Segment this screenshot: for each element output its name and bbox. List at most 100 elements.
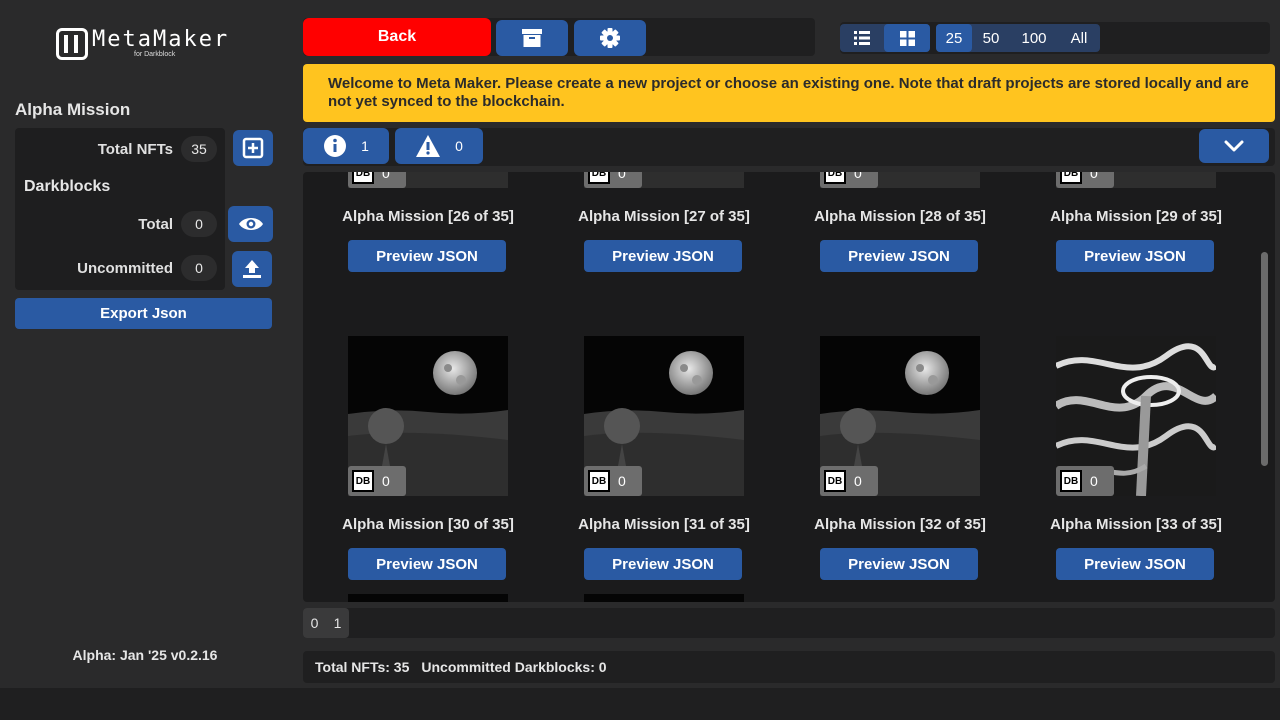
darkblock-badge: DB 0 bbox=[820, 172, 878, 188]
nft-title: Alpha Mission [28 of 35] bbox=[814, 208, 986, 225]
nft-thumbnail[interactable] bbox=[348, 594, 508, 602]
add-square-icon bbox=[242, 137, 264, 159]
summary-footer: Total NFTs: 35 Uncommitted Darkblocks: 0 bbox=[303, 651, 1275, 683]
nft-title: Alpha Mission [27 of 35] bbox=[578, 208, 750, 225]
archive-icon bbox=[522, 29, 542, 47]
footer-uncommitted: Uncommitted Darkblocks: 0 bbox=[421, 659, 607, 675]
page-size-50[interactable]: 50 bbox=[972, 24, 1010, 52]
darkblocks-uncommitted-label: Uncommitted bbox=[77, 259, 173, 277]
darkblocks-total-row: Total 0 bbox=[15, 211, 225, 237]
darkblock-count: 0 bbox=[382, 172, 390, 181]
welcome-banner: Welcome to Meta Maker. Please create a n… bbox=[303, 64, 1275, 122]
total-nfts-count: 35 bbox=[181, 136, 217, 162]
view-options-bar: 25 50 100 All bbox=[840, 22, 1270, 54]
darkblock-count: 0 bbox=[618, 172, 626, 181]
preview-json-button[interactable]: Preview JSON bbox=[820, 240, 978, 272]
darkblock-count: 0 bbox=[382, 473, 390, 489]
darkblock-badge: DB 0 bbox=[348, 172, 406, 188]
list-view-button[interactable] bbox=[840, 24, 884, 52]
grid-scrollbar[interactable] bbox=[1261, 252, 1268, 466]
page-size-all[interactable]: All bbox=[1058, 24, 1100, 52]
darkblock-icon: DB bbox=[588, 172, 610, 184]
archive-button[interactable] bbox=[496, 20, 568, 56]
project-stats-panel: Total NFTs 35 Darkblocks Total 0 Uncommi… bbox=[15, 128, 225, 290]
page-size-100[interactable]: 100 bbox=[1010, 24, 1058, 52]
page-selector: 0 1 bbox=[303, 608, 349, 638]
list-view-icon bbox=[854, 31, 870, 45]
add-nft-button[interactable] bbox=[233, 130, 273, 166]
page-button-0[interactable]: 0 bbox=[303, 608, 326, 638]
preview-json-button[interactable]: Preview JSON bbox=[584, 548, 742, 580]
total-nfts-label: Total NFTs bbox=[97, 140, 173, 158]
darkblock-count: 0 bbox=[854, 473, 862, 489]
nft-thumbnail[interactable] bbox=[584, 594, 744, 602]
darkblocks-uncommitted-row: Uncommitted 0 bbox=[15, 255, 225, 281]
darkblock-icon: DB bbox=[352, 470, 374, 492]
gear-icon bbox=[600, 28, 620, 48]
grid-view-button[interactable] bbox=[884, 24, 930, 52]
top-toolbar: Back bbox=[303, 18, 815, 56]
darkblocks-total-label: Total bbox=[138, 215, 173, 233]
darkblock-badge: DB 0 bbox=[1056, 466, 1114, 496]
footer-total-nfts: Total NFTs: 35 bbox=[315, 659, 410, 675]
warning-icon bbox=[416, 135, 441, 157]
darkblock-icon: DB bbox=[824, 172, 846, 184]
info-messages-button[interactable]: 1 bbox=[303, 128, 389, 164]
app-version: Alpha: Jan '25 v0.2.16 bbox=[72, 647, 218, 663]
back-button[interactable]: Back bbox=[303, 18, 491, 56]
preview-json-button[interactable]: Preview JSON bbox=[1056, 548, 1214, 580]
nft-title: Alpha Mission [32 of 35] bbox=[814, 516, 986, 533]
app-logo: MetaMaker for Darkblock bbox=[56, 28, 229, 60]
darkblocks-uncommitted-count: 0 bbox=[181, 255, 217, 281]
darkblock-icon: DB bbox=[352, 172, 374, 184]
view-mode-toggle bbox=[840, 24, 930, 52]
darkblock-count: 0 bbox=[1090, 473, 1098, 489]
nft-title: Alpha Mission [29 of 35] bbox=[1050, 208, 1222, 225]
metamaker-logo-icon bbox=[56, 28, 88, 60]
upload-darkblocks-button[interactable] bbox=[232, 251, 272, 287]
chevron-down-icon bbox=[1224, 140, 1244, 152]
upload-icon bbox=[243, 260, 261, 278]
status-bar: 1 0 bbox=[303, 128, 1275, 166]
warning-messages-button[interactable]: 0 bbox=[395, 128, 483, 164]
darkblock-icon: DB bbox=[1060, 470, 1082, 492]
warning-count: 0 bbox=[455, 138, 463, 154]
darkblocks-total-count: 0 bbox=[181, 211, 217, 237]
darkblock-badge: DB 0 bbox=[820, 466, 878, 496]
preview-json-button[interactable]: Preview JSON bbox=[348, 240, 506, 272]
darkblocks-title: Darkblocks bbox=[24, 178, 111, 195]
darkblock-badge: DB 0 bbox=[1056, 172, 1114, 188]
darkblock-badge: DB 0 bbox=[348, 466, 406, 496]
view-darkblocks-button[interactable] bbox=[228, 206, 273, 242]
nft-title: Alpha Mission [30 of 35] bbox=[342, 516, 514, 533]
eye-icon bbox=[238, 218, 263, 230]
info-count: 1 bbox=[361, 138, 369, 154]
page-size-selector: 25 50 100 All bbox=[936, 24, 1100, 52]
logo-name: MetaMaker bbox=[92, 27, 230, 52]
info-icon bbox=[324, 135, 347, 157]
preview-json-button[interactable]: Preview JSON bbox=[1056, 240, 1214, 272]
project-title: Alpha Mission bbox=[15, 100, 131, 119]
export-json-button[interactable]: Export Json bbox=[15, 298, 272, 329]
darkblock-count: 0 bbox=[618, 473, 626, 489]
darkblock-icon: DB bbox=[824, 470, 846, 492]
preview-json-button[interactable]: Preview JSON bbox=[348, 548, 506, 580]
total-nfts-row: Total NFTs 35 bbox=[15, 136, 225, 162]
page-size-25[interactable]: 25 bbox=[936, 24, 972, 52]
collapse-button[interactable] bbox=[1199, 129, 1269, 163]
logo-subtitle: for Darkblock bbox=[134, 51, 176, 58]
nft-title: Alpha Mission [31 of 35] bbox=[578, 516, 750, 533]
page-button-1[interactable]: 1 bbox=[326, 608, 349, 638]
pagination-bar: 0 1 bbox=[303, 608, 1275, 638]
nft-title: Alpha Mission [33 of 35] bbox=[1050, 516, 1222, 533]
darkblock-count: 0 bbox=[1090, 172, 1098, 181]
darkblock-count: 0 bbox=[854, 172, 862, 181]
nft-grid: DB 0 Alpha Mission [26 of 35] Preview JSON D… bbox=[303, 172, 1275, 602]
preview-json-button[interactable]: Preview JSON bbox=[584, 240, 742, 272]
darkblock-badge: DB 0 bbox=[584, 466, 642, 496]
nft-title: Alpha Mission [26 of 35] bbox=[342, 208, 514, 225]
preview-json-button[interactable]: Preview JSON bbox=[820, 548, 978, 580]
darkblock-badge: DB 0 bbox=[584, 172, 642, 188]
settings-button[interactable] bbox=[574, 20, 646, 56]
darkblock-icon: DB bbox=[1060, 172, 1082, 184]
